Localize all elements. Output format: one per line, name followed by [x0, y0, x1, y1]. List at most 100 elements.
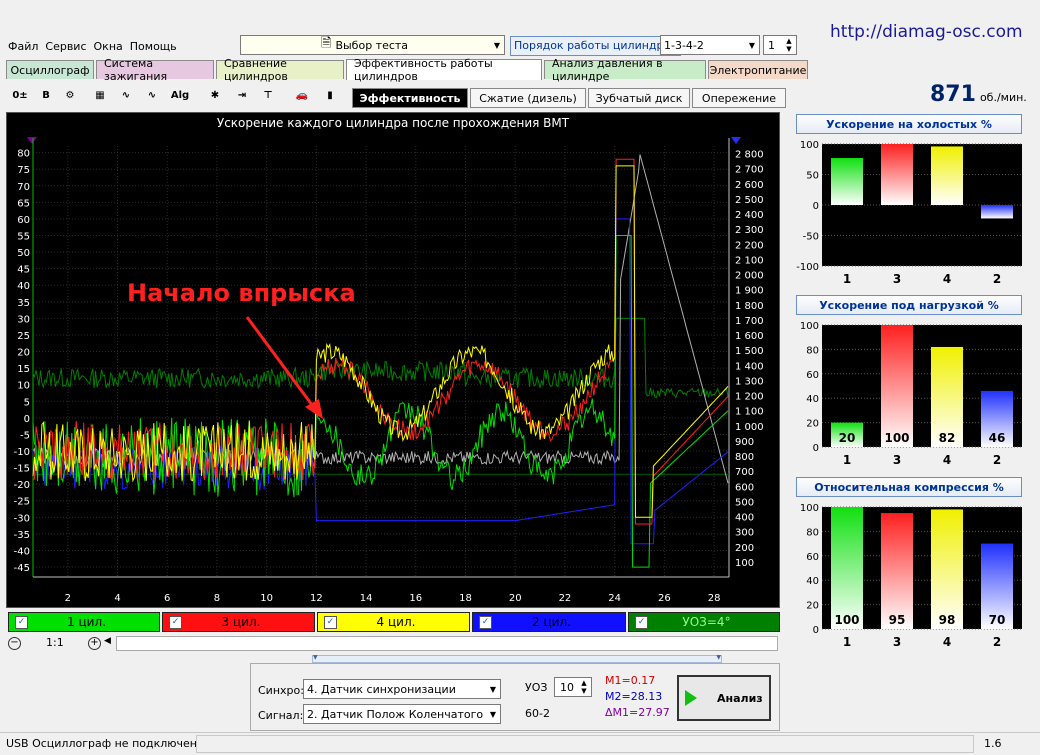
signal-select[interactable]: 2. Датчик Полож Коленчатого Вал ▼ [303, 704, 501, 724]
y-tick-label: 35 [17, 298, 30, 309]
y-tick-label: 55 [17, 232, 30, 243]
splitter-handle[interactable] [783, 120, 791, 600]
sensor-icon[interactable]: ✱ [205, 86, 225, 106]
tab-4[interactable]: Анализ давления в цилиндре [544, 57, 706, 83]
checkbox-icon[interactable]: ✓ [15, 615, 28, 629]
y-tick-label: 80 [17, 149, 30, 160]
rpm-icon[interactable]: ⚙ [60, 86, 80, 106]
analyze-label: Анализ [717, 691, 763, 705]
subtab-2[interactable]: Зубчатый диск [588, 88, 690, 108]
category-label: 1 [843, 453, 851, 467]
y2-tick-label: 2 200 [735, 240, 764, 251]
cylinder-order-label: Порядок работы цилиндров [510, 36, 681, 56]
legend-label: 1 цил. [67, 615, 106, 629]
status-field [196, 735, 974, 753]
category-label: 3 [893, 453, 901, 467]
y2-tick-label: 800 [735, 452, 754, 463]
x-tick-label: 28 [708, 593, 721, 604]
chevron-down-icon: ▼ [493, 40, 501, 50]
car-icon[interactable]: 🚗 [292, 86, 312, 106]
bar-value-label: 95 [889, 613, 906, 627]
x-tick-label: 26 [658, 593, 671, 604]
tab-3[interactable]: Эффективность работы цилиндров [346, 57, 542, 83]
legend-item-2[interactable]: ✓ 4 цил. [317, 612, 470, 632]
y2-tick-label: 1 500 [735, 346, 764, 357]
chevron-down-icon: ▼ [748, 40, 756, 50]
scale-icon[interactable]: 0± [10, 86, 30, 106]
y-tick-label: 60 [17, 215, 30, 226]
bold-b-icon[interactable]: B [36, 86, 56, 106]
document-icon: 🗎 [321, 36, 332, 51]
legend-label: 4 цил. [376, 615, 416, 629]
marker-m1-icon[interactable] [27, 137, 37, 144]
y-tick-label: 60 [806, 552, 819, 563]
bar-4 [931, 509, 963, 629]
bar-value-label: 20 [839, 431, 856, 445]
y-tick-label: -40 [14, 546, 30, 557]
subtab-1[interactable]: Сжатие (дизель) [470, 88, 586, 108]
legend-label: УОЗ=4° [682, 615, 731, 629]
main-chart[interactable]: Ускорение каждого цилиндра после прохожд… [6, 112, 780, 608]
scroll-left-icon[interactable]: ◀ [104, 636, 111, 646]
x-tick-label: 18 [459, 593, 472, 604]
uoz-spinner[interactable]: 10 ▲ ▼ [554, 677, 592, 697]
y-tick-label: 0 [813, 201, 819, 212]
collapse-icon: ▼ [716, 654, 721, 661]
cylinder-order-select[interactable]: 1-3-4-2 ▼ [660, 35, 760, 55]
tab-1[interactable]: Система зажигания [96, 57, 214, 83]
chart-icon[interactable]: ▮ [320, 86, 340, 106]
legend-item-0[interactable]: ✓ 1 цил. [8, 612, 160, 632]
checkbox-icon[interactable]: ✓ [324, 615, 337, 629]
y2-tick-label: 1 000 [735, 422, 764, 433]
y-tick-label: 40 [17, 281, 30, 292]
rpm-value: 871 [930, 82, 976, 107]
y-tick-label: 30 [17, 314, 30, 325]
y2-tick-label: 2 500 [735, 195, 764, 206]
marker-m2-icon[interactable] [731, 137, 741, 144]
analyze-button[interactable]: Анализ [677, 675, 771, 721]
test-select[interactable]: 🗎 Выбор теста ▼ [240, 35, 505, 55]
graph-1234-icon[interactable]: ▦ [90, 86, 110, 106]
checkbox-icon[interactable]: ✓ [479, 615, 492, 629]
menu-bar: Файл Сервис Окна Помощь [8, 40, 177, 53]
y-tick-label: 20 [17, 348, 30, 359]
legend-item-3[interactable]: ✓ 2 цил. [472, 612, 626, 632]
series-line [32, 158, 729, 525]
tab-2[interactable]: Сравнение цилиндров [216, 57, 344, 83]
menu-item-1[interactable]: Сервис [45, 40, 86, 53]
status-bar: USB Осциллограф не подключен 1.6 [0, 732, 1040, 755]
legend-item-1[interactable]: ✓ 3 цил. [162, 612, 315, 632]
zoom-out-icon[interactable]: − [8, 637, 21, 650]
collapse-icon: ▼ [313, 654, 318, 661]
website-url[interactable]: http://diamag-osc.com [830, 22, 1023, 42]
menu-item-0[interactable]: Файл [8, 40, 38, 53]
y-tick-label: 60 [806, 370, 819, 381]
y-tick-label: -20 [14, 480, 30, 491]
checkbox-icon[interactable]: ✓ [635, 615, 648, 629]
tab-0[interactable]: Осциллограф [6, 60, 94, 79]
alg-icon[interactable]: Alg [170, 86, 190, 106]
cylinder-count-spinner[interactable]: 1 ▲ ▼ [763, 35, 797, 55]
filter-icon[interactable]: ⊤ [258, 86, 278, 106]
y-tick-label: 70 [17, 182, 30, 193]
checkbox-icon[interactable]: ✓ [169, 615, 182, 629]
zoom-in-icon[interactable]: + [88, 637, 101, 650]
spinner-arrows-icon: ▲ ▼ [786, 37, 792, 53]
legend-item-4[interactable]: ✓ УОЗ=4° [628, 612, 780, 632]
vvti-icon[interactable]: ∿ [142, 86, 162, 106]
waves-icon[interactable]: ∿ [116, 86, 136, 106]
y2-tick-label: 1 100 [735, 407, 764, 418]
tab-5[interactable]: Электропитание [708, 60, 808, 79]
annotation-text: Начало впрыска [127, 279, 356, 307]
subtab-3[interactable]: Опережение [692, 88, 786, 108]
marker-1234-icon[interactable]: ⇥ [232, 86, 252, 106]
subtab-0[interactable]: Эффективность [352, 88, 468, 108]
horizontal-scrollbar[interactable] [116, 636, 778, 651]
panel-collapse-handle[interactable]: ▼ ▼ [312, 654, 722, 663]
category-label: 4 [943, 453, 951, 467]
idle-accel-svg: 100 50 0 -50 -100 1 3 4 2 [796, 140, 1022, 286]
menu-item-3[interactable]: Помощь [130, 40, 177, 53]
sync-select[interactable]: 4. Датчик синхронизации ▼ [303, 679, 501, 699]
bar-value-label: 100 [884, 431, 909, 445]
menu-item-2[interactable]: Окна [94, 40, 123, 53]
